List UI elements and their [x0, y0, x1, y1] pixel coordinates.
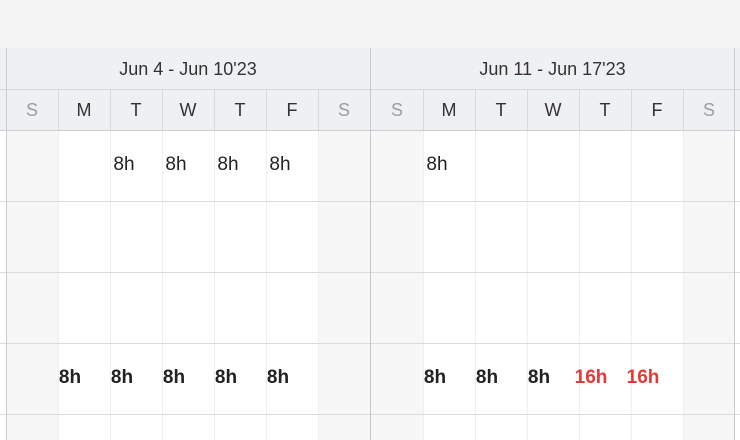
allocation-cell[interactable]: 8h	[409, 366, 461, 390]
day-divider	[58, 89, 59, 130]
day-header-weekday: T	[234, 100, 246, 120]
day-divider	[683, 89, 684, 130]
day-gridline	[579, 131, 580, 440]
allocation-cell[interactable]: 8h	[252, 366, 304, 390]
day-divider	[579, 89, 580, 130]
toolbar-area	[0, 0, 740, 49]
allocation-cell[interactable]: 8h	[202, 153, 254, 177]
allocation-cell[interactable]: 8h	[148, 366, 200, 390]
week-label: Jun 11 - Jun 17'23	[479, 59, 626, 79]
weekend-column	[6, 131, 58, 440]
allocation-cell[interactable]: 8h	[411, 153, 463, 177]
weekend-column	[371, 131, 423, 440]
day-header-weekday: F	[651, 100, 663, 120]
day-header-weekday: W	[179, 100, 197, 120]
day-gridline	[683, 131, 684, 440]
day-divider	[266, 89, 267, 130]
allocation-cell[interactable]: 8h	[98, 153, 150, 177]
weekend-column	[318, 131, 370, 440]
day-divider	[214, 89, 215, 130]
allocation-cell[interactable]: 8h	[200, 366, 252, 390]
day-divider	[475, 89, 476, 130]
day-divider	[527, 89, 528, 130]
day-gridline	[318, 131, 319, 440]
week-label: Jun 4 - Jun 10'23	[119, 59, 257, 79]
allocation-cell-overallocated[interactable]: 16h	[565, 366, 617, 390]
day-gridline	[110, 131, 111, 440]
day-header-weekend: S	[337, 100, 350, 120]
day-gridline	[423, 131, 424, 440]
day-gridline	[58, 131, 59, 440]
day-header-weekday: M	[441, 100, 457, 120]
day-header-weekend: S	[25, 100, 38, 120]
allocation-cell[interactable]: 8h	[96, 366, 148, 390]
weekend-column	[683, 131, 735, 440]
day-gridline	[266, 131, 267, 440]
week-separator	[370, 48, 371, 440]
day-divider	[631, 89, 632, 130]
grid-left-border	[6, 48, 7, 440]
day-header-weekday: F	[286, 100, 298, 120]
allocation-cell[interactable]: 8h	[150, 153, 202, 177]
day-header-weekend: S	[390, 100, 403, 120]
day-header-weekday: T	[495, 100, 507, 120]
day-gridline	[527, 131, 528, 440]
day-gridline	[214, 131, 215, 440]
day-header-weekday: T	[599, 100, 611, 120]
allocation-cell[interactable]: 8h	[44, 366, 96, 390]
grid-right-border	[734, 48, 735, 440]
day-header-weekday: M	[76, 100, 92, 120]
day-divider	[162, 89, 163, 130]
day-header-weekday: T	[130, 100, 142, 120]
day-gridline	[475, 131, 476, 440]
allocation-cell-overallocated[interactable]: 16h	[617, 366, 669, 390]
day-gridline	[162, 131, 163, 440]
allocation-cell[interactable]: 8h	[254, 153, 306, 177]
day-gridline	[631, 131, 632, 440]
day-header-weekday: W	[544, 100, 562, 120]
allocation-cell[interactable]: 8h	[461, 366, 513, 390]
day-divider	[318, 89, 319, 130]
day-divider	[110, 89, 111, 130]
allocation-cell[interactable]: 8h	[513, 366, 565, 390]
day-header-weekend: S	[702, 100, 715, 120]
day-divider	[423, 89, 424, 130]
